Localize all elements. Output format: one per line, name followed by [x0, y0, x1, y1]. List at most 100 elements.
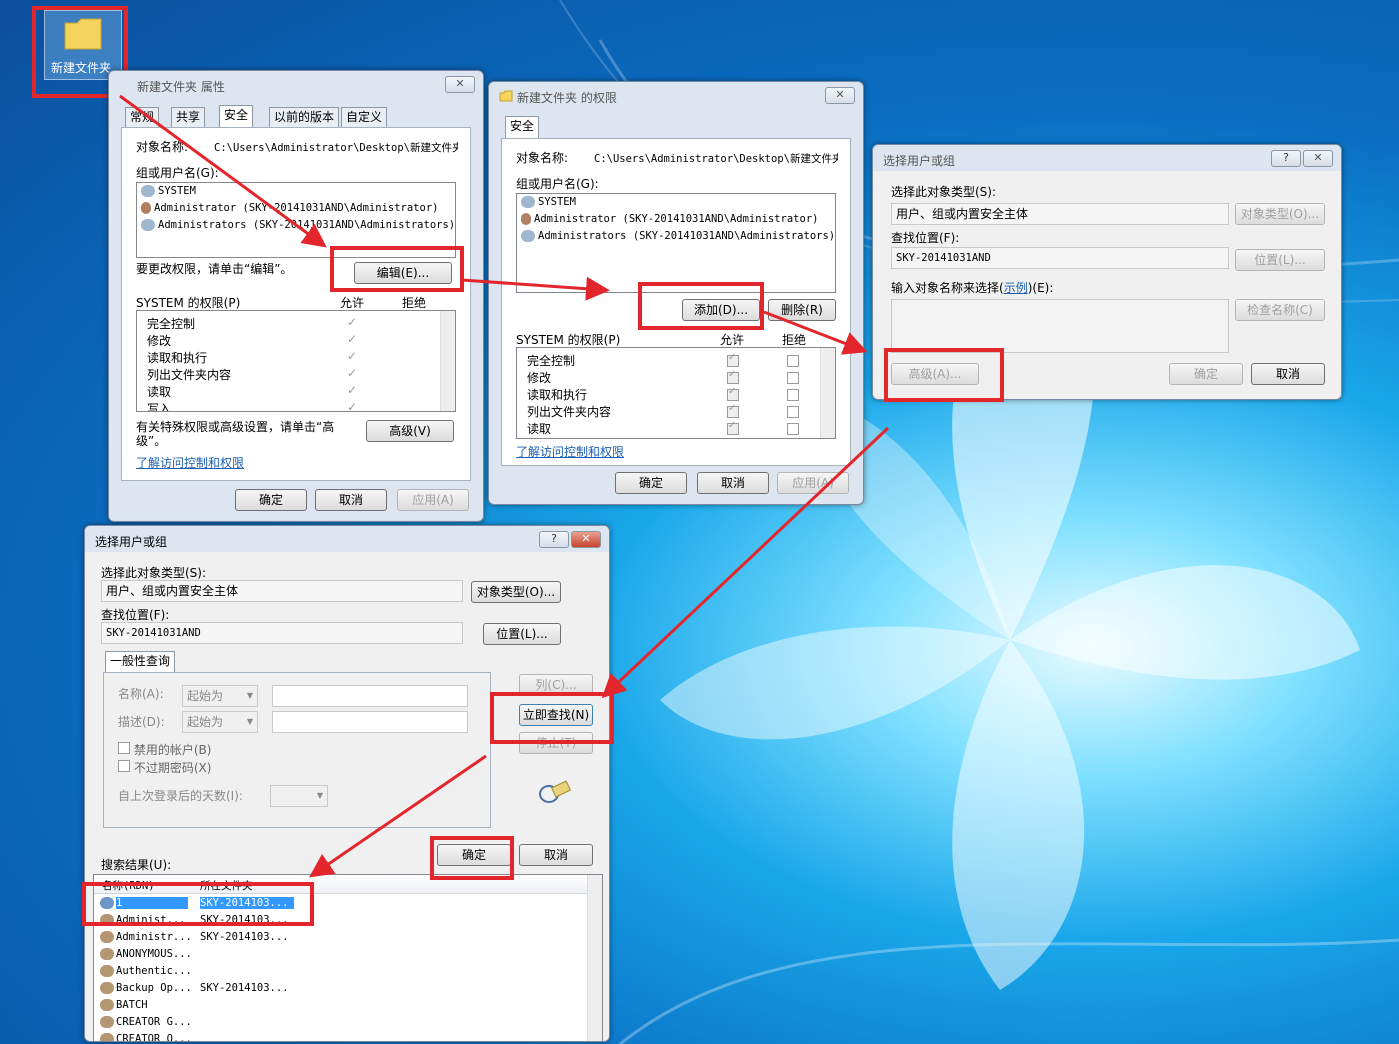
permission-row: 读取和执行 ✓: [137, 349, 437, 365]
search-results-label: 搜索结果(U):: [101, 858, 172, 872]
object-types-button[interactable]: 对象类型(O)...: [471, 581, 561, 603]
list-item[interactable]: Administrator (SKY-20141031AND\Administr…: [521, 213, 818, 225]
locations-button[interactable]: 位置(L)...: [483, 623, 561, 645]
deny-checkbox[interactable]: [787, 423, 799, 435]
dialog-title: 选择用户或组: [883, 154, 956, 168]
disabled-accounts-checkbox[interactable]: 禁用的帐户(B): [118, 741, 211, 758]
help-button[interactable]: ?: [1271, 150, 1301, 167]
object-name-label: 对象名称:: [516, 151, 569, 165]
allow-check[interactable]: ✓: [727, 386, 739, 401]
permission-label: 写入: [147, 402, 172, 412]
apply-button[interactable]: 应用(A): [777, 472, 849, 494]
table-row[interactable]: CREATOR G...: [96, 1014, 586, 1030]
list-item[interactable]: SYSTEM: [141, 185, 196, 197]
permission-label: 读取和执行: [527, 388, 588, 402]
permission-row: 列出文件夹内容 ✓: [137, 366, 437, 382]
table-row[interactable]: ANONYMOUS...: [96, 946, 586, 962]
check-names-button[interactable]: 检查名称(C): [1235, 299, 1325, 321]
close-button[interactable]: ✕: [825, 87, 855, 104]
users-icon: [100, 982, 114, 994]
chevron-down-icon: ▼: [246, 691, 253, 700]
description-label: 描述(D):: [118, 715, 165, 729]
table-row[interactable]: BATCH: [96, 997, 586, 1013]
object-types-button[interactable]: 对象类型(O)...: [1235, 203, 1325, 225]
apply-button[interactable]: 应用(A): [397, 489, 469, 511]
permission-row: 读取和执行 ✓: [517, 386, 817, 402]
allow-check[interactable]: ✓: [347, 349, 357, 363]
name-mode-select[interactable]: 起始为 ▼: [182, 685, 258, 707]
scrollbar[interactable]: [820, 348, 835, 438]
list-item[interactable]: Administrators (SKY-20141031AND\Administ…: [521, 230, 835, 242]
cell-name: BATCH: [116, 999, 148, 1011]
allow-check[interactable]: ✓: [727, 369, 739, 384]
check-icon: ✓: [728, 403, 737, 414]
remove-button[interactable]: 删除(R): [768, 299, 836, 321]
close-button[interactable]: ✕: [1303, 150, 1333, 167]
change-hint: 要更改权限，请单击“编辑”。: [136, 262, 293, 276]
examples-link[interactable]: 示例: [1004, 281, 1028, 295]
tab-security[interactable]: 安全: [219, 105, 254, 127]
deny-checkbox[interactable]: [787, 389, 799, 401]
list-item[interactable]: Administrator (SKY-20141031AND\Administr…: [141, 202, 438, 214]
ok-button[interactable]: 确定: [235, 489, 307, 511]
object-names-input[interactable]: [891, 299, 1229, 353]
deny-checkbox[interactable]: [787, 406, 799, 418]
close-button[interactable]: ✕: [571, 531, 601, 548]
permission-label: 读取: [527, 422, 552, 436]
tab-sharing[interactable]: 共享: [171, 107, 206, 127]
highlight-box: [490, 692, 614, 744]
location-field: SKY-20141031AND: [891, 247, 1229, 269]
learn-link[interactable]: 了解访问控制和权限: [516, 443, 624, 460]
non-expiring-checkbox[interactable]: 不过期密码(X): [118, 759, 211, 776]
list-item[interactable]: SYSTEM: [521, 196, 576, 208]
ok-button[interactable]: 确定: [1169, 363, 1243, 385]
table-row[interactable]: Administr... SKY-2014103...: [96, 929, 586, 945]
locations-button[interactable]: 位置(L)...: [1235, 249, 1325, 271]
check-icon: ✓: [728, 420, 737, 431]
tab-security[interactable]: 安全: [505, 116, 540, 138]
permission-row: 修改 ✓: [137, 332, 437, 348]
table-row[interactable]: CREATOR O...: [96, 1031, 586, 1041]
allow-check[interactable]: ✓: [727, 403, 739, 418]
learn-link[interactable]: 了解访问控制和权限: [136, 454, 244, 471]
dialog-title: 选择用户或组: [95, 535, 168, 549]
permission-label: 修改: [527, 371, 552, 385]
deny-checkbox[interactable]: [787, 372, 799, 384]
cancel-button[interactable]: 取消: [1251, 363, 1325, 385]
cancel-button[interactable]: 取消: [519, 844, 593, 866]
cancel-button[interactable]: 取消: [697, 472, 769, 494]
allow-check[interactable]: ✓: [727, 352, 739, 367]
permission-row: 修改 ✓: [517, 369, 817, 385]
name-input[interactable]: [272, 685, 468, 707]
help-button[interactable]: ?: [539, 531, 569, 548]
properties-dialog: 新建文件夹 属性 ✕ 常规 共享 安全 以前的版本 自定义 对象名称: C:\U…: [108, 70, 484, 522]
allow-check[interactable]: ✓: [347, 400, 357, 411]
close-button[interactable]: ✕: [445, 76, 475, 93]
allow-header: 允许: [340, 296, 365, 310]
scrollbar[interactable]: [440, 311, 455, 411]
tab-customize[interactable]: 自定义: [341, 107, 388, 127]
allow-check[interactable]: ✓: [347, 366, 357, 380]
allow-check[interactable]: ✓: [347, 332, 357, 346]
allow-check[interactable]: ✓: [727, 420, 739, 435]
cancel-button[interactable]: 取消: [315, 489, 387, 511]
table-row[interactable]: Backup Op... SKY-2014103...: [96, 980, 586, 996]
list-item[interactable]: Administrators (SKY-20141031AND\Administ…: [141, 219, 455, 231]
description-mode-select[interactable]: 起始为 ▼: [182, 711, 258, 733]
tab-general[interactable]: 常规: [125, 107, 160, 127]
advanced-button[interactable]: 高级(V): [366, 420, 454, 442]
deny-checkbox[interactable]: [787, 355, 799, 367]
allow-check[interactable]: ✓: [347, 315, 357, 329]
tab-previous-versions[interactable]: 以前的版本: [269, 107, 340, 127]
ok-button[interactable]: 确定: [615, 472, 687, 494]
days-select[interactable]: ▼: [270, 785, 328, 807]
description-input[interactable]: [272, 711, 468, 733]
users-icon: [100, 931, 114, 943]
table-row[interactable]: Authentic...: [96, 963, 586, 979]
allow-check[interactable]: ✓: [347, 383, 357, 397]
scrollbar[interactable]: [587, 875, 602, 1041]
tab-common-queries[interactable]: 一般性查询: [105, 651, 176, 673]
cell-folder: SKY-2014103...: [200, 931, 289, 943]
permission-label: 列出文件夹内容: [527, 405, 612, 419]
enter-names-label: 输入对象名称来选择(示例)(E):: [891, 281, 1054, 295]
